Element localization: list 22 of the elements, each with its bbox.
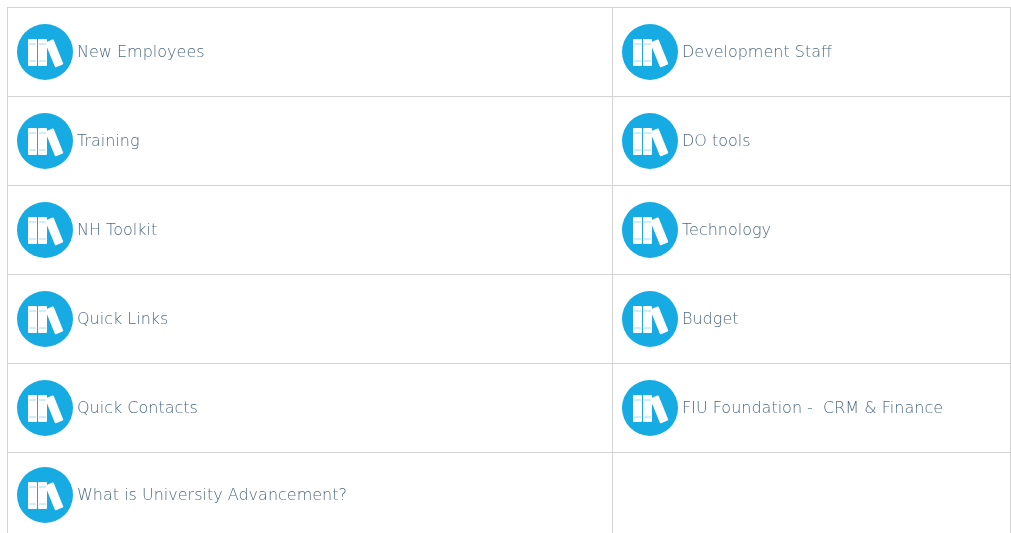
link[interactable]: FIU Foundation - CRM & Finance	[682, 396, 943, 420]
books-icon	[622, 291, 678, 347]
books-icon	[622, 202, 678, 258]
books-icon	[17, 380, 73, 436]
link[interactable]: Development Staff	[682, 40, 833, 64]
books-icon	[622, 113, 678, 169]
link[interactable]: NH Toolkit	[77, 218, 158, 242]
link[interactable]: DO tools	[682, 129, 751, 153]
link[interactable]: New Employees	[77, 40, 205, 64]
books-icon	[17, 466, 73, 523]
link[interactable]: Quick Contacts	[77, 396, 198, 420]
link[interactable]: Training	[77, 129, 140, 153]
link[interactable]: What is University Advancement?	[77, 482, 347, 507]
link[interactable]: Quick Links	[77, 307, 169, 331]
books-icon	[622, 24, 678, 80]
books-icon	[622, 380, 678, 436]
link[interactable]: Technology	[682, 218, 772, 242]
books-icon	[17, 291, 73, 347]
link[interactable]: Budget	[682, 307, 739, 331]
books-icon	[17, 113, 73, 169]
books-icon	[17, 24, 73, 80]
books-icon	[17, 202, 73, 258]
